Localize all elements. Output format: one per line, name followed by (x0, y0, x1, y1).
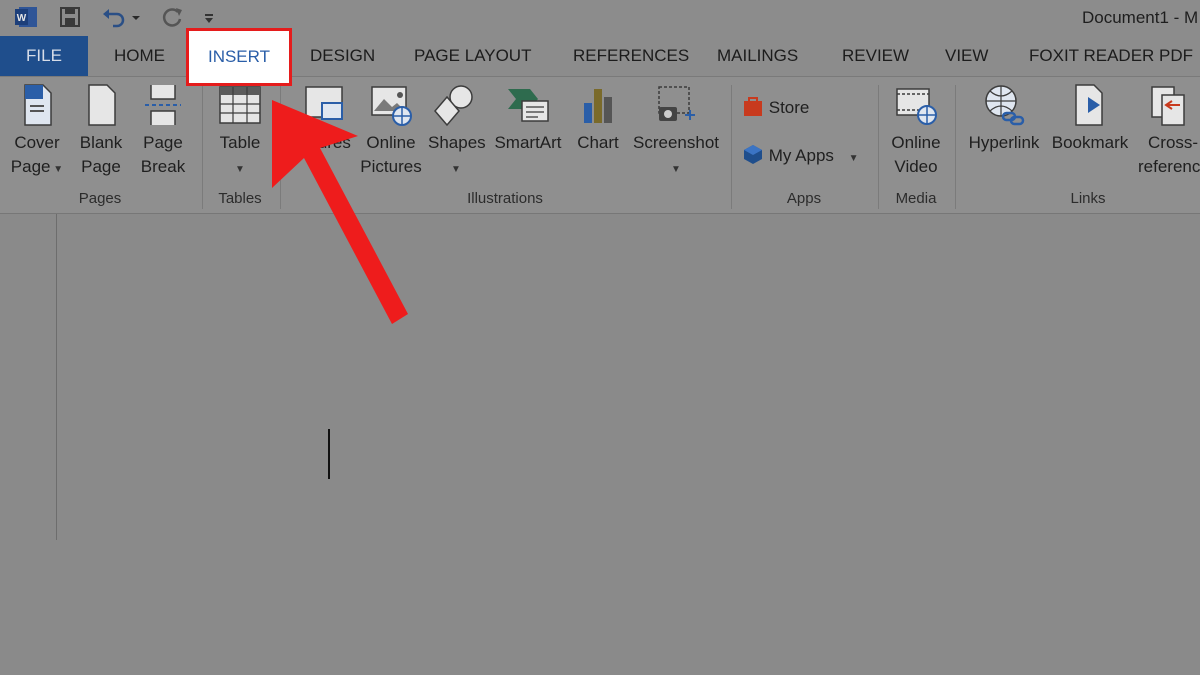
group-label-apps: Apps (786, 190, 822, 207)
blank-page-button[interactable]: Blank Page (74, 83, 128, 179)
tab-file[interactable]: FILE (0, 36, 88, 76)
hyperlink-label: Hyperlink (968, 133, 1040, 152)
page-break-button[interactable]: Page Break (136, 83, 190, 179)
group-label-illustrations: Illustrations (467, 190, 543, 207)
my-apps-label: My Apps (768, 146, 834, 165)
shapes-label: Shapes (428, 133, 486, 152)
smartart-label: SmartArt (494, 133, 562, 152)
tab-references[interactable]: REFERENCES (573, 36, 689, 76)
document-canvas[interactable] (0, 214, 1200, 675)
blank-page-icon (88, 84, 116, 126)
title-bar: W Document1 - M (0, 0, 1200, 36)
chevron-down-icon: ▼ (50, 164, 64, 175)
redo-icon[interactable] (162, 6, 184, 28)
group-divider (731, 85, 732, 209)
store-icon (744, 97, 762, 116)
tab-view[interactable]: VIEW (945, 36, 988, 76)
smartart-button[interactable]: SmartArt (490, 83, 566, 155)
tab-design[interactable]: DESIGN (310, 36, 375, 76)
screenshot-label: Screenshot (633, 133, 719, 152)
smartart-icon (508, 89, 549, 122)
table-label: Table (219, 133, 261, 152)
cover-page-button[interactable]: Cover Page ▼ (8, 83, 66, 182)
online-video-label-1: Online (891, 133, 941, 152)
tab-foxit-reader-pdf[interactable]: FOXIT READER PDF (1029, 36, 1193, 76)
ribbon-tabs: FILE HOME DESIGN PAGE LAYOUT REFERENCES … (0, 36, 1200, 77)
group-divider (878, 85, 879, 209)
pictures-button[interactable]: tures (290, 83, 356, 155)
store-button[interactable]: Store (742, 95, 809, 118)
undo-icon[interactable] (101, 6, 141, 28)
tab-insert[interactable]: INSERT (186, 28, 292, 86)
chart-label: Chart (577, 133, 619, 152)
group-divider (280, 85, 281, 209)
tab-review[interactable]: REVIEW (842, 36, 909, 76)
cover-page-icon (24, 84, 52, 126)
window-title: Document1 - M (1082, 8, 1199, 27)
chevron-down-icon: ▼ (451, 164, 461, 175)
cross-reference-icon (1151, 86, 1185, 126)
chart-icon (584, 89, 612, 123)
screenshot-icon (658, 86, 695, 121)
pictures-label: tures (313, 133, 351, 152)
shapes-button[interactable]: Shapes ▼ (428, 83, 486, 182)
online-pictures-button[interactable]: Online Pictures (358, 83, 424, 179)
cross-reference-label-2: referenc (1138, 157, 1200, 176)
page-break-label-1: Page (143, 133, 183, 152)
group-label-media: Media (895, 190, 937, 207)
blank-page-label-1: Blank (79, 133, 123, 152)
customize-qat-icon[interactable] (203, 6, 215, 28)
chevron-down-icon: ▼ (235, 164, 245, 175)
group-label-tables: Tables (218, 190, 262, 207)
group-label-pages: Pages (78, 190, 122, 207)
svg-text:W: W (17, 13, 27, 24)
save-icon[interactable] (59, 6, 81, 28)
tab-home[interactable]: HOME (114, 36, 165, 76)
page-break-label-2: Break (140, 157, 186, 176)
chevron-down-icon: ▼ (671, 164, 681, 175)
blank-page-label-2: Page (81, 157, 121, 176)
tab-page-layout[interactable]: PAGE LAYOUT (414, 36, 531, 76)
page-break-icon (145, 85, 181, 125)
bookmark-button[interactable]: Bookmark (1048, 83, 1132, 155)
online-pictures-label-1: Online (366, 133, 416, 152)
online-video-button[interactable]: Online Video (884, 83, 948, 179)
store-label: Store (768, 98, 810, 117)
tab-insert-label: INSERT (207, 47, 271, 66)
group-divider (202, 85, 203, 209)
table-icon (219, 86, 261, 124)
cross-reference-button[interactable]: Cross- referenc (1138, 83, 1200, 179)
screenshot-button[interactable]: Screenshot ▼ (630, 83, 722, 182)
online-video-label-2: Video (894, 157, 938, 176)
chart-button[interactable]: Chart (572, 83, 624, 155)
bookmark-icon (1075, 84, 1103, 126)
shapes-icon (434, 85, 473, 127)
cover-page-label-1: Cover (14, 133, 60, 152)
ribbon-insert: Cover Page ▼ Blank Page Page Break Pages… (0, 77, 1200, 214)
word-icon[interactable]: W (14, 6, 38, 28)
my-apps-button[interactable]: My Apps ▼ (742, 143, 859, 166)
chevron-down-icon: ▼ (848, 153, 859, 164)
cover-page-label-2: Page (10, 157, 51, 176)
page-left-edge (56, 214, 57, 540)
group-label-links: Links (1070, 190, 1106, 207)
hyperlink-icon (985, 85, 1025, 126)
online-pictures-icon (371, 86, 412, 126)
online-video-icon (896, 88, 937, 125)
group-divider (955, 85, 956, 209)
my-apps-icon (744, 145, 762, 164)
hyperlink-button[interactable]: Hyperlink (962, 83, 1046, 155)
text-cursor (328, 429, 330, 479)
cross-reference-label-1: Cross- (1148, 133, 1199, 152)
pictures-icon (305, 86, 343, 120)
online-pictures-label-2: Pictures (360, 157, 422, 176)
bookmark-label: Bookmark (1051, 133, 1129, 152)
table-button[interactable]: Table ▼ (212, 83, 268, 182)
tab-mailings[interactable]: MAILINGS (717, 36, 798, 76)
